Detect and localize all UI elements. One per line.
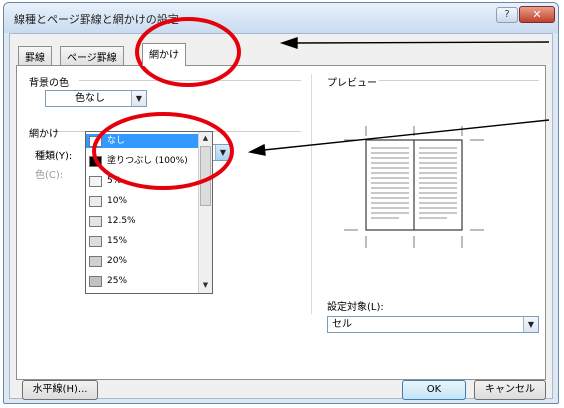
list-item[interactable]: 12.5%	[86, 214, 198, 228]
list-item[interactable]: 20%	[86, 254, 198, 268]
cancel-button[interactable]: キャンセル	[474, 380, 546, 400]
chevron-down-icon[interactable]: ▼	[215, 145, 230, 160]
pattern-swatch-12-5	[89, 216, 102, 227]
scrollbar-thumb[interactable]	[200, 146, 211, 206]
preview-table-graphic	[344, 126, 484, 248]
dropdown-scrollbar[interactable]: ▲ ▼	[198, 132, 212, 293]
list-item-label: 10%	[107, 196, 128, 206]
panel-divider	[311, 74, 312, 314]
chevron-down-icon[interactable]: ▼	[523, 317, 538, 332]
pattern-swatch-none	[89, 136, 102, 147]
list-item-label: なし	[107, 136, 126, 146]
dialog-title: 線種とページ罫線と網かけの設定	[14, 13, 179, 26]
apply-to-dropdown[interactable]: セル ▼	[327, 316, 539, 333]
shading-group-label: 網かけ	[29, 129, 59, 140]
background-color-label: 背景の色	[29, 78, 69, 89]
list-item-label: 25%	[107, 276, 128, 286]
scroll-down-icon[interactable]: ▼	[199, 279, 212, 292]
pattern-swatch-10	[89, 196, 102, 207]
section-divider	[379, 80, 539, 81]
pattern-swatch-25	[89, 276, 102, 287]
horizontal-line-button[interactable]: 水平線(H)...	[22, 380, 98, 400]
pattern-swatch-5	[89, 176, 102, 187]
list-item-label: 5%	[107, 176, 122, 186]
apply-to-value: セル	[332, 319, 352, 330]
help-button[interactable]: ?	[496, 7, 518, 23]
pattern-type-label: 種類(Y):	[35, 151, 73, 162]
scroll-up-icon[interactable]: ▲	[199, 132, 212, 145]
list-item-label: 15%	[107, 236, 128, 246]
close-button[interactable]: ✕	[519, 6, 555, 23]
apply-to-label: 設定対象(L):	[327, 302, 384, 313]
preview-table	[344, 126, 484, 248]
tab-borders[interactable]: 罫線	[18, 46, 52, 65]
list-item-label: 塗りつぶし (100%)	[107, 156, 188, 166]
pattern-color-label: 色(C):	[35, 170, 64, 181]
list-item-label: 20%	[107, 256, 128, 266]
background-color-dropdown[interactable]: 色なし ▼	[45, 90, 147, 107]
section-divider	[79, 80, 301, 81]
pattern-swatch-15	[89, 236, 102, 247]
tab-shading[interactable]: 網かけ	[142, 43, 186, 66]
list-item[interactable]: 15%	[86, 234, 198, 248]
list-item[interactable]: 塗りつぶし (100%)	[86, 154, 198, 168]
pattern-swatch-20	[89, 256, 102, 267]
ok-button[interactable]: OK	[402, 380, 466, 400]
list-item-label: 12.5%	[107, 216, 136, 226]
background-color-value: 色なし	[75, 93, 105, 104]
preview-label: プレビュー	[327, 78, 377, 89]
pattern-swatch-solid	[89, 156, 102, 167]
list-item[interactable]: 10%	[86, 194, 198, 208]
pattern-dropdown-list: なし 塗りつぶし (100%) 5% 10% 12.5% 15% 20% 25%…	[85, 131, 213, 294]
tab-page-border[interactable]: ページ罫線	[60, 46, 124, 65]
title-bar[interactable]: 線種とページ罫線と網かけの設定 ? ✕	[4, 3, 558, 33]
chevron-down-icon[interactable]: ▼	[131, 91, 146, 106]
list-item[interactable]: なし	[86, 134, 198, 148]
list-item[interactable]: 5%	[86, 174, 198, 188]
pattern-options: なし 塗りつぶし (100%) 5% 10% 12.5% 15% 20% 25%	[86, 132, 198, 293]
list-item[interactable]: 25%	[86, 274, 198, 288]
